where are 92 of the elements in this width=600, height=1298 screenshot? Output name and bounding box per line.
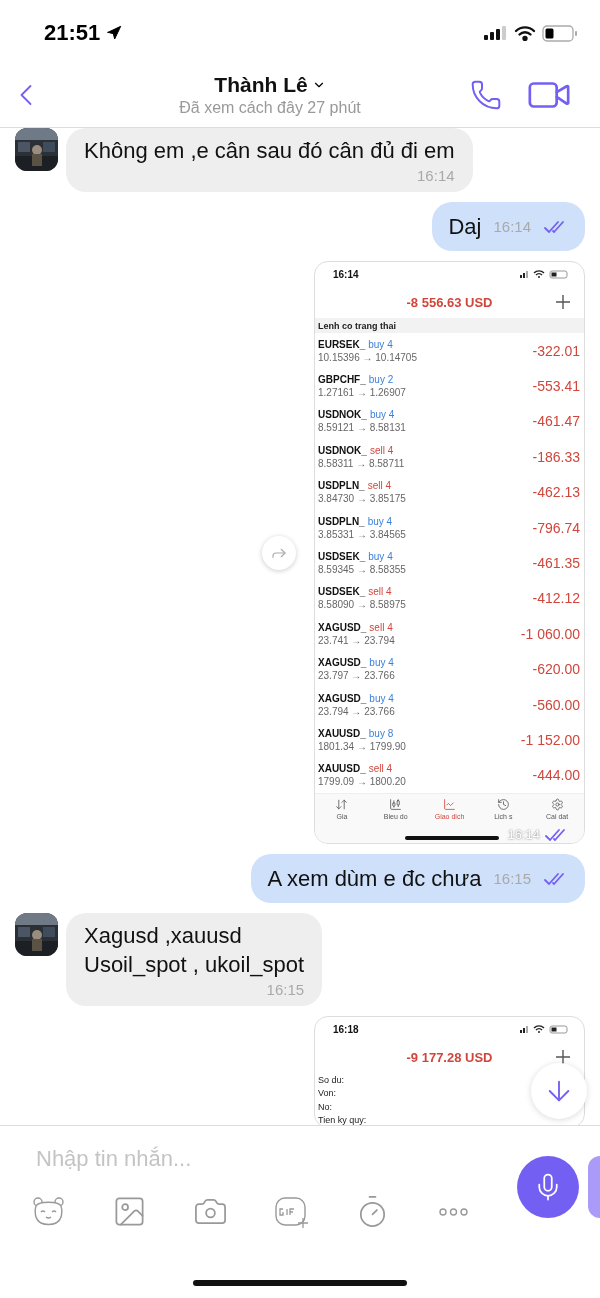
message-time: 16:14: [417, 167, 455, 184]
order-label: sell 4: [367, 480, 392, 492]
order-label: sell 4: [369, 621, 393, 633]
price-range: 8.59121 → 8.58131: [318, 422, 406, 434]
chart-icon: [443, 798, 456, 812]
profit-value: -461.47: [532, 413, 580, 430]
status-icons: [520, 269, 570, 279]
price-range: 1801.34 → 1799.90: [318, 741, 406, 752]
order-label: buy 2: [368, 374, 394, 386]
profit-value: -796.74: [532, 519, 580, 536]
status-time: 16:14: [333, 268, 359, 280]
account-field-label: Tien ky quy:: [318, 1115, 367, 1125]
price-range: 8.58311 → 8.58711: [318, 457, 405, 469]
symbol-label: USDNOK_: [318, 444, 367, 456]
order-label: buy 8: [368, 728, 394, 739]
profit-value: -1 152.00: [520, 732, 580, 748]
symbol-label: USDPLN_: [318, 515, 365, 527]
section-title: Lenh co trang thai: [318, 320, 396, 331]
price-range: 10.15396 → 10.14705: [318, 351, 417, 363]
price-range: 8.59345 → 8.58355: [318, 564, 406, 576]
message-time: 16:15: [493, 870, 531, 888]
account-field-label: So du:: [318, 1074, 345, 1085]
profit-value: -620.00: [532, 661, 580, 678]
status-time: 21:51: [44, 20, 101, 46]
message-text: Xagusd ,xauusd Usoil_spot , ukoil_spot: [84, 922, 305, 980]
balance-total: -9 177.28 USD: [406, 1049, 493, 1065]
price-range: 23.741 → 23.794: [318, 634, 395, 646]
symbol-label: EURSEK_: [318, 338, 366, 350]
profit-value: -412.12: [532, 590, 580, 607]
add-icon[interactable]: [556, 1050, 570, 1065]
side-button[interactable]: [588, 1156, 600, 1218]
message-input[interactable]: Nhập tin nhắn...: [34, 1144, 334, 1174]
price-range: 23.797 → 23.766: [318, 670, 395, 682]
status-time: 16:18: [333, 1023, 359, 1035]
symbol-label: XAGUSD_: [318, 657, 367, 669]
symbol-label: USDSEK_: [318, 551, 366, 563]
contact-name[interactable]: Thành Lê: [214, 72, 308, 97]
order-label: buy 4: [369, 692, 394, 704]
price-range: 8.58090 → 8.58975: [318, 599, 406, 611]
profit-value: -322.01: [532, 342, 580, 359]
phone-icon[interactable]: [470, 78, 502, 111]
profit-value: -553.41: [532, 378, 580, 395]
profit-value: -461.35: [532, 555, 580, 572]
message-time: 16:15: [266, 981, 305, 999]
profit-value: -560.00: [532, 696, 580, 713]
add-icon[interactable]: [556, 295, 570, 309]
order-label: buy 4: [367, 515, 393, 527]
price-range: 3.84730 → 3.85175: [318, 493, 406, 505]
symbol-label: XAUUSD_: [318, 728, 366, 739]
screenshot-image[interactable]: 16:18 -9 177.28 USD So du: Von: No: Tien ky quy:: [314, 1016, 585, 1125]
message-time: 16:14: [507, 828, 540, 843]
order-label: buy 4: [369, 409, 395, 421]
price-range: 23.794 → 23.766: [318, 705, 395, 717]
message-text: A xem dùm e đc chưa: [267, 865, 482, 894]
profit-value: -186.33: [532, 448, 580, 465]
order-label: sell 4: [368, 763, 393, 775]
balance-total: -8 556.63 USD: [406, 294, 493, 310]
profit-value: -462.13: [532, 484, 580, 501]
battery-icon: [542, 24, 578, 42]
profit-value: -1 060.00: [520, 625, 580, 642]
location-icon: [106, 25, 123, 41]
price-range: 1799.09 → 1800.20: [318, 776, 406, 788]
candlestick-icon: [389, 798, 403, 812]
symbol-label: USDPLN_: [318, 480, 365, 492]
status-icons: [520, 1024, 570, 1034]
price-range: 1.27161 → 1.26907: [318, 387, 406, 399]
account-field-label: Von:: [318, 1088, 337, 1099]
symbol-label: GBPCHF_: [318, 374, 366, 386]
order-label: sell 4: [369, 444, 394, 456]
signal-icon: [484, 25, 508, 41]
arrows-icon: [335, 798, 349, 812]
symbol-label: XAGUSD_: [318, 692, 367, 704]
last-seen-status: Đã xem cách đây 27 phút: [179, 98, 361, 117]
account-field-label: No:: [318, 1101, 332, 1112]
order-label: buy 4: [369, 657, 394, 669]
message-text: Không em ,e cân sau đó cân đủ đi em: [84, 137, 455, 165]
order-label: buy 4: [368, 551, 393, 563]
symbol-label: XAUUSD_: [318, 763, 366, 775]
message-time: 16:14: [493, 218, 531, 235]
symbol-label: USDSEK_: [318, 586, 366, 598]
gear-icon: [550, 798, 564, 812]
order-label: sell 4: [368, 586, 392, 598]
profit-value: -444.00: [532, 767, 580, 784]
symbol-label: USDNOK_: [318, 409, 367, 421]
screenshot-image[interactable]: [314, 261, 585, 845]
wifi-icon: [514, 25, 536, 41]
order-label: buy 4: [368, 338, 393, 350]
gif-icon[interactable]: [274, 1194, 309, 1229]
symbol-label: XAGUSD_: [318, 621, 367, 633]
clock-icon: [496, 798, 510, 812]
price-range: 3.85331 → 3.84565: [318, 528, 406, 540]
message-text: Daj: [448, 213, 482, 241]
